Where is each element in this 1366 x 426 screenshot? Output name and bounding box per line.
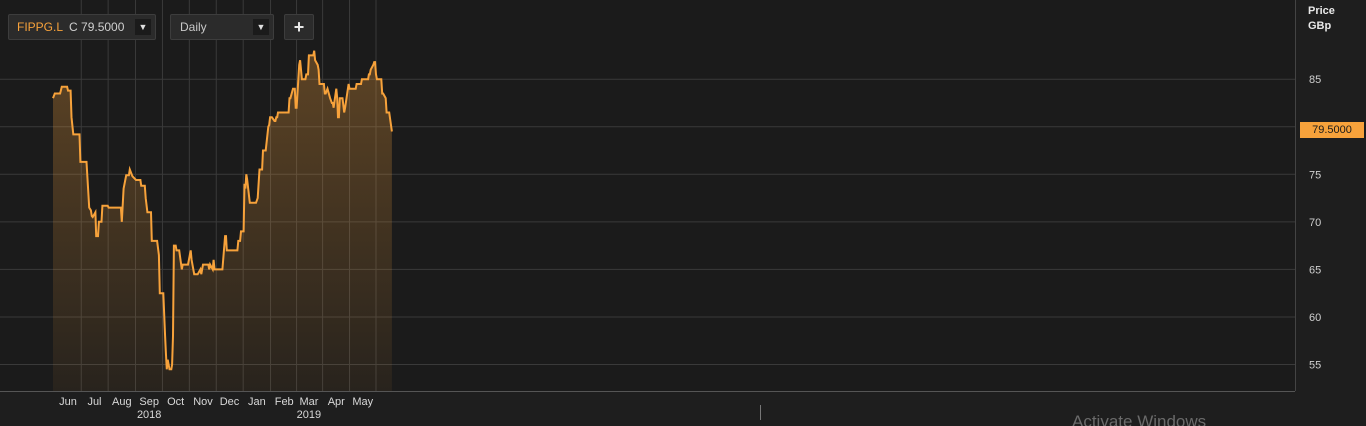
interval-label: Daily [180, 20, 207, 34]
x-tick-label: Feb [275, 396, 294, 408]
x-tick-label: Nov [193, 396, 213, 408]
interval-selector[interactable]: Daily ▼ [170, 14, 274, 40]
add-button[interactable]: + [284, 14, 314, 40]
x-tick-label: May [352, 396, 373, 408]
y-axis-ticks: 55606570758085 [1309, 74, 1321, 371]
y-tick-label: 85 [1309, 74, 1321, 86]
x-tick-label: Jul [87, 396, 101, 408]
ticker-symbol: FIPPG.L [17, 20, 64, 34]
price-chart: 55606570758085 JunJulAugSepOctNovDecJanF… [0, 0, 1321, 421]
x-tick-label: Aug [112, 396, 132, 408]
ticker-close-price: C 79.5000 [69, 20, 125, 34]
x-tick-label: Dec [220, 396, 240, 408]
x-tick-label: Mar [299, 396, 318, 408]
x-year-label: 2018 [137, 409, 161, 421]
x-axis-ticks: Jun Jul Aug Sep Oct Nov Dec Jan Feb Mar Apr May 2018… [59, 396, 374, 421]
chevron-down-icon[interactable]: ▼ [253, 19, 269, 35]
x-year-label: 2019 [297, 409, 321, 421]
x-tick-label: Oct [167, 396, 184, 408]
last-price-tag: 79.5000 [1300, 122, 1364, 138]
y-tick-label: 65 [1309, 264, 1321, 276]
windows-activation-watermark: Activate Windows [1072, 412, 1207, 426]
y-tick-label: 75 [1309, 169, 1321, 181]
y-tick-label: 70 [1309, 217, 1321, 229]
y-tick-label: 55 [1309, 360, 1321, 372]
chevron-down-icon[interactable]: ▼ [135, 19, 151, 35]
plus-icon: + [293, 16, 305, 37]
x-tick-label: Jan [248, 396, 266, 408]
price-axis-unit: GBp [1308, 20, 1332, 32]
symbol-selector[interactable]: FIPPG.L C 79.5000 ▼ [8, 14, 156, 40]
y-tick-label: 60 [1309, 312, 1321, 324]
x-tick-label: Sep [139, 396, 159, 408]
price-axis-title: Price [1308, 5, 1335, 17]
x-tick-label: Jun [59, 396, 77, 408]
x-tick-label: Apr [328, 396, 345, 408]
